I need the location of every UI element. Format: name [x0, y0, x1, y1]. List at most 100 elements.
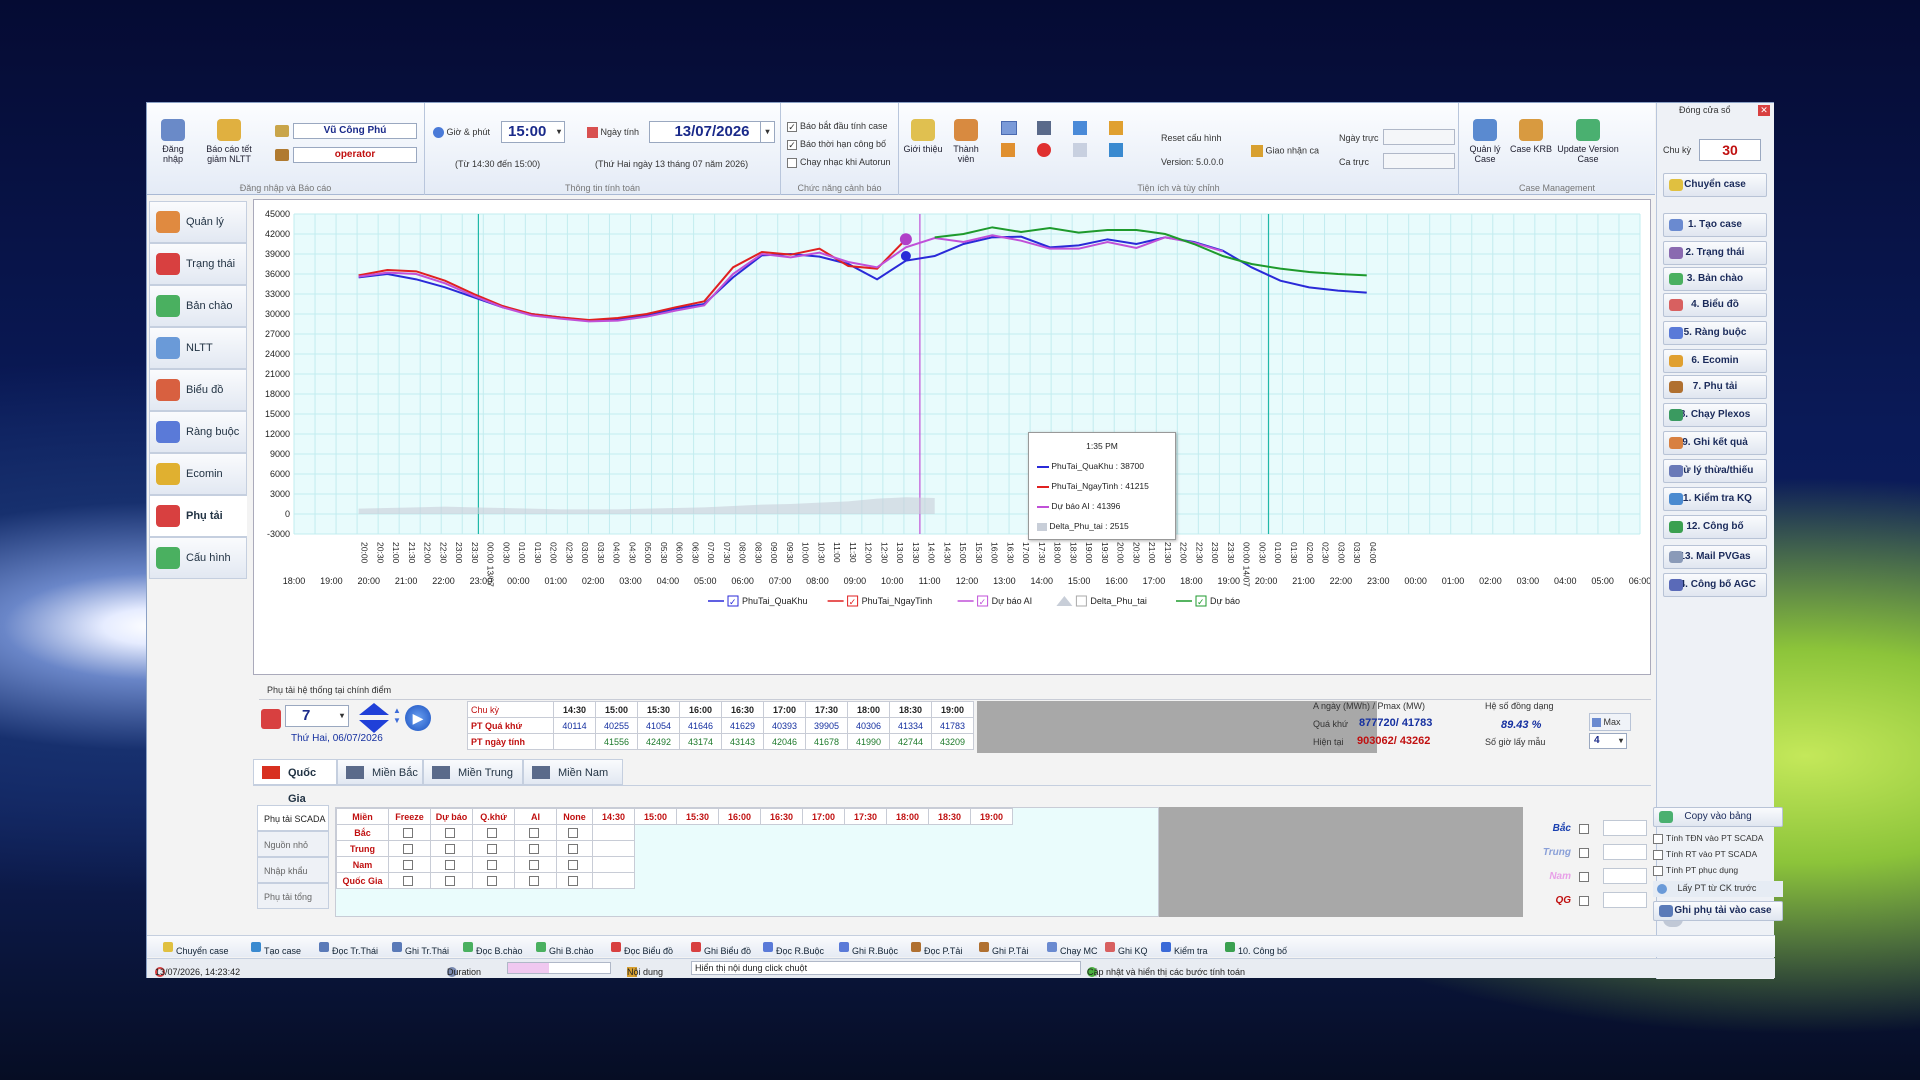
- handover-button[interactable]: Giao nhận ca: [1251, 145, 1319, 157]
- region-value-cell[interactable]: [970, 856, 1013, 873]
- legend-checkbox[interactable]: [1075, 595, 1087, 607]
- toolbar-button[interactable]: Đọc Biểu đồ: [611, 941, 673, 956]
- region-tab[interactable]: Quốc Gia: [253, 759, 337, 805]
- region-value-cell[interactable]: [844, 856, 887, 873]
- region-input[interactable]: [1603, 820, 1647, 836]
- cycle-select[interactable]: 7 ▾: [285, 705, 349, 727]
- reset-config-button[interactable]: Reset cấu hình: [1161, 133, 1222, 143]
- region-checkbox[interactable]: [1579, 848, 1589, 858]
- stop-icon[interactable]: [1037, 143, 1051, 157]
- region-value-cell[interactable]: [718, 856, 761, 873]
- region-checkbox[interactable]: [445, 875, 455, 886]
- toolbar-button[interactable]: Chuyển case: [163, 941, 229, 956]
- duty-date-input[interactable]: [1383, 129, 1455, 145]
- toolbar-button[interactable]: Đọc Tr.Thái: [319, 941, 378, 956]
- source-tab[interactable]: Phụ tải SCADA: [257, 805, 329, 831]
- region-value-cell[interactable]: [634, 824, 677, 841]
- source-tab[interactable]: Phụ tải tổng: [257, 883, 329, 909]
- region-value-cell[interactable]: [928, 856, 971, 873]
- toolbar-button[interactable]: Ghi Tr.Thái: [392, 941, 449, 956]
- user-role-field[interactable]: operator: [293, 147, 417, 163]
- toolbar-button[interactable]: Ghi Biểu đồ: [691, 941, 751, 956]
- blank-icon[interactable]: [1073, 143, 1087, 157]
- region-value-cell[interactable]: [634, 872, 677, 889]
- sidebar-item[interactable]: Quản lý: [149, 201, 247, 243]
- toolbar-button[interactable]: Ghi KQ: [1105, 941, 1148, 956]
- region-checkbox[interactable]: [568, 843, 578, 854]
- legend-item[interactable]: Delta_Phu_tai: [1056, 595, 1147, 607]
- region-value-cell[interactable]: [592, 840, 635, 857]
- step-button[interactable]: 14. Công bố AGC: [1663, 573, 1767, 597]
- region-value-cell[interactable]: [592, 824, 635, 841]
- case-manage-button[interactable]: Quản lý Case: [1465, 119, 1505, 164]
- save-load-button[interactable]: Ghi phụ tải vào case: [1653, 901, 1783, 921]
- sidebar-item[interactable]: Bản chào: [149, 285, 247, 327]
- alert-start-checkbox[interactable]: ✓ Báo bắt đầu tính case: [787, 121, 888, 132]
- toolbar-button[interactable]: Ghi B.chào: [536, 941, 594, 956]
- step-button[interactable]: 6. Ecomin: [1663, 349, 1767, 373]
- region-checkbox[interactable]: [403, 843, 413, 854]
- sidebar-item[interactable]: NLTT: [149, 327, 247, 369]
- region-value-cell[interactable]: [592, 872, 635, 889]
- region-value-cell[interactable]: [760, 856, 803, 873]
- legend-item[interactable]: ✓ PhuTai_QuaKhu: [708, 595, 808, 607]
- legend-item[interactable]: ✓ Dự báo AI: [957, 595, 1033, 607]
- user-name-field[interactable]: Vũ Công Phú: [293, 123, 417, 139]
- region-value-cell[interactable]: [886, 872, 929, 889]
- step-button[interactable]: 12. Công bố: [1663, 515, 1767, 539]
- refresh-icon[interactable]: [1073, 121, 1087, 135]
- step-button[interactable]: 9. Ghi kết quả: [1663, 431, 1767, 455]
- time-select[interactable]: 15:00 ▾: [501, 121, 565, 143]
- spin-arrows-icon[interactable]: ▲ ▼: [393, 706, 401, 726]
- region-checkbox[interactable]: [529, 843, 539, 854]
- region-value-cell[interactable]: [844, 840, 887, 857]
- region-tab[interactable]: Miền Nam: [523, 759, 623, 785]
- source-tab[interactable]: Nhập khẩu: [257, 857, 329, 883]
- region-checkbox[interactable]: [487, 859, 497, 870]
- up-down-arrows-icon[interactable]: [359, 703, 389, 733]
- region-value-cell[interactable]: [718, 824, 761, 841]
- close-icon[interactable]: ✕: [1758, 105, 1770, 116]
- region-checkbox[interactable]: [487, 827, 497, 838]
- alert-music-checkbox[interactable]: Chạy nhạc khi Autorun: [787, 157, 891, 168]
- region-value-cell[interactable]: [928, 824, 971, 841]
- region-checkbox[interactable]: [445, 859, 455, 870]
- shift-input[interactable]: [1383, 153, 1455, 169]
- region-value-cell[interactable]: [634, 856, 677, 873]
- toolbar-button[interactable]: Kiểm tra: [1161, 941, 1208, 956]
- sidebar-item[interactable]: Biểu đồ: [149, 369, 247, 411]
- step-button[interactable]: 3. Bản chào: [1663, 267, 1767, 291]
- region-value-cell[interactable]: [970, 872, 1013, 889]
- region-input[interactable]: [1603, 892, 1647, 908]
- opt-rt-checkbox[interactable]: Tính RT vào PT SCADA: [1653, 849, 1757, 860]
- region-checkbox[interactable]: [1579, 896, 1589, 906]
- toolbar-button[interactable]: Tạo case: [251, 941, 301, 956]
- database-icon[interactable]: [1037, 121, 1051, 135]
- date-picker[interactable]: 13/07/2026 ▾: [649, 121, 775, 143]
- toolbar-button[interactable]: Ghi R.Buộc: [839, 941, 898, 956]
- region-checkbox[interactable]: [529, 875, 539, 886]
- source-tab[interactable]: Nguồn nhỏ: [257, 831, 329, 857]
- sync-icon[interactable]: [1109, 143, 1123, 157]
- step-button[interactable]: 7. Phụ tải: [1663, 375, 1767, 399]
- region-value-cell[interactable]: [676, 856, 719, 873]
- region-value-cell[interactable]: [634, 840, 677, 857]
- region-input[interactable]: [1603, 844, 1647, 860]
- region-value-cell[interactable]: [592, 856, 635, 873]
- sidebar-item[interactable]: Cấu hình: [149, 537, 247, 579]
- alert-deadline-checkbox[interactable]: ✓ Báo thời hạn công bố: [787, 139, 886, 150]
- report-button[interactable]: Báo cáo tết giảm NLTT: [203, 119, 255, 164]
- region-value-cell[interactable]: [886, 840, 929, 857]
- login-button[interactable]: Đăng nhập: [151, 119, 195, 164]
- region-checkbox[interactable]: [487, 875, 497, 886]
- region-checkbox[interactable]: [568, 827, 578, 838]
- region-value-cell[interactable]: [676, 840, 719, 857]
- update-version-button[interactable]: Update Version Case: [1557, 119, 1619, 164]
- region-checkbox[interactable]: [1579, 872, 1589, 882]
- region-tab[interactable]: Miền Bắc: [337, 759, 423, 785]
- legend-item[interactable]: ✓ PhuTai_NgayTinh: [827, 595, 933, 607]
- settings-icon[interactable]: [1001, 121, 1017, 135]
- export-icon[interactable]: [1001, 143, 1015, 157]
- region-checkbox[interactable]: [529, 859, 539, 870]
- members-button[interactable]: Thành viên: [947, 119, 985, 164]
